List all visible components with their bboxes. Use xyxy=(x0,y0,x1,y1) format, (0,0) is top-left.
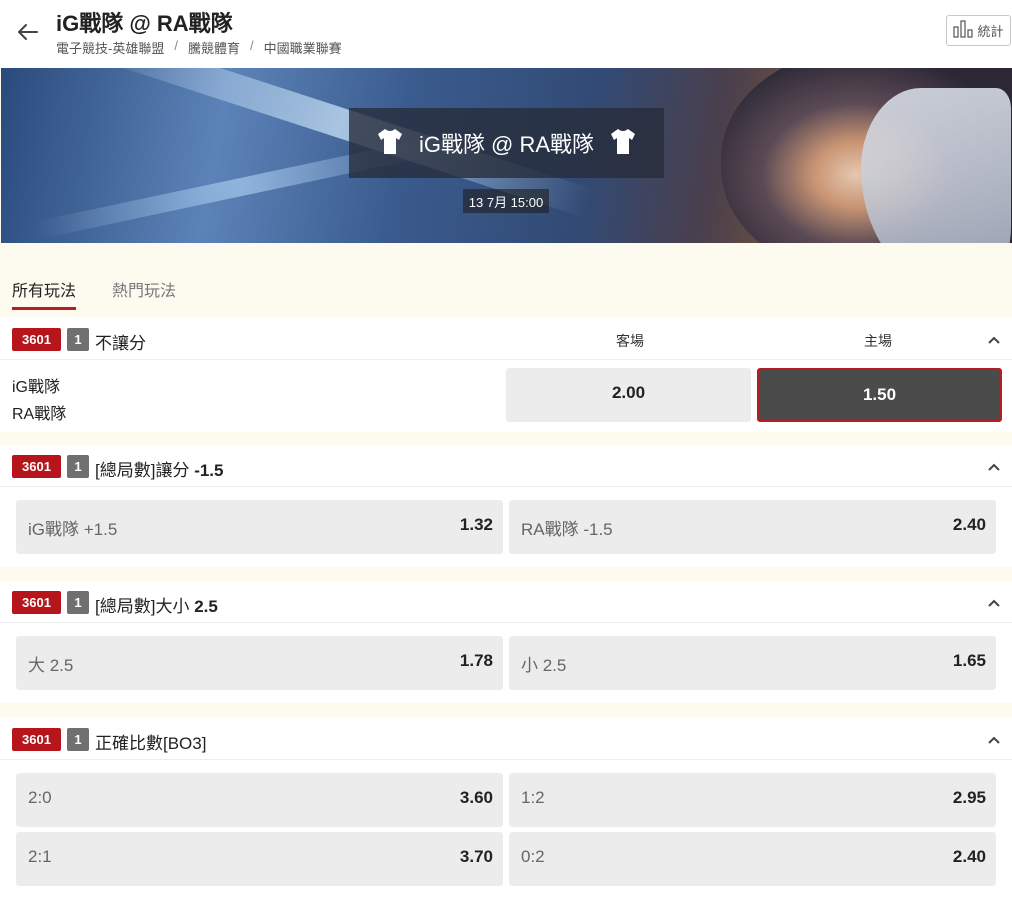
market-code-badge: 3601 xyxy=(12,328,61,351)
market-title: 不讓分 xyxy=(95,334,146,353)
odds-button-away[interactable]: 2.00 xyxy=(506,368,751,422)
odds-label: RA戰隊 -1.5 xyxy=(521,520,613,539)
market-body-correct-score: 2:0 3.60 1:2 2.95 2:1 3.70 0:2 2.40 xyxy=(0,760,1012,897)
stats-button[interactable]: 統計 xyxy=(946,15,1011,46)
tab-popular-markets[interactable]: 熱門玩法 xyxy=(112,277,176,301)
market-header-moneyline[interactable]: 3601 1 不讓分 客場 主場 xyxy=(0,318,1012,360)
section-gap xyxy=(0,567,1012,581)
market-code-badge: 3601 xyxy=(12,591,61,614)
odds-value: 3.70 xyxy=(459,847,493,866)
market-code-badge: 3601 xyxy=(12,455,61,478)
chevron-up-icon[interactable] xyxy=(984,593,1004,613)
market-header-correct-score[interactable]: 3601 1 正確比數[BO3] xyxy=(0,718,1012,760)
market-title: [總局數]大小 2.5 xyxy=(95,592,218,617)
odds-button-handicap-ig[interactable]: iG戰隊 +1.5 1.32 xyxy=(16,500,503,554)
breadcrumb-separator: / xyxy=(174,38,178,53)
odds-label: 2:0 xyxy=(28,788,52,807)
breadcrumb-league[interactable]: 中國職業聯賽 xyxy=(264,38,342,57)
breadcrumb-separator: / xyxy=(249,38,254,53)
odds-value: 2.00 xyxy=(611,383,646,402)
odds-label: 0:2 xyxy=(521,847,545,866)
market-title: 正確比數[BO3] xyxy=(95,734,207,753)
market-title-text: [總局數]大小 xyxy=(95,597,190,616)
odds-button-score-2-1[interactable]: 2:1 3.70 xyxy=(16,832,503,886)
odds-button-over[interactable]: 大 2.5 1.78 xyxy=(16,636,503,690)
bar-chart-icon xyxy=(953,20,974,41)
breadcrumb-provider[interactable]: 騰競體育 xyxy=(188,38,240,57)
match-datetime: 13 7月 15:00 xyxy=(463,189,549,213)
breadcrumb: 電子競技-英雄聯盟 / 騰競體育 / 中國職業聯賽 xyxy=(56,38,342,57)
odds-button-score-2-0[interactable]: 2:0 3.60 xyxy=(16,773,503,827)
market-body-moneyline: iG戰隊 RA戰隊 2.00 1.50 xyxy=(0,360,1012,432)
odds-value: 1.78 xyxy=(459,651,493,670)
market-header-handicap[interactable]: 3601 1 [總局數]讓分 -1.5 xyxy=(0,445,1012,487)
team-name-away: iG戰隊 xyxy=(12,379,61,396)
market-body-totals: 大 2.5 1.78 小 2.5 1.65 xyxy=(0,623,1012,703)
odds-label: iG戰隊 +1.5 xyxy=(28,520,118,539)
market-code-badge: 3601 xyxy=(12,728,61,751)
match-title: iG戰隊 @ RA戰隊 xyxy=(418,132,595,157)
section-gap xyxy=(0,432,1012,445)
team-name-home: RA戰隊 xyxy=(12,406,67,423)
odds-value: 2.95 xyxy=(952,788,986,807)
odds-label: 大 2.5 xyxy=(28,656,74,675)
odds-label: 1:2 xyxy=(521,788,545,807)
market-count-badge: 1 xyxy=(67,455,89,478)
odds-value: 1.65 xyxy=(952,651,986,670)
market-title-line: -1.5 xyxy=(194,461,224,480)
market-body-handicap: iG戰隊 +1.5 1.32 RA戰隊 -1.5 2.40 xyxy=(0,487,1012,567)
tab-all-markets[interactable]: 所有玩法 xyxy=(12,277,77,310)
stats-label: 統計 xyxy=(977,24,1004,39)
banner-art-hair xyxy=(861,88,1011,243)
odds-value: 1.50 xyxy=(862,385,897,404)
odds-button-under[interactable]: 小 2.5 1.65 xyxy=(509,636,996,690)
page-title: iG戰隊 @ RA戰隊 xyxy=(56,11,233,36)
column-header-home: 主場 xyxy=(864,333,892,349)
section-gap xyxy=(0,703,1012,718)
back-arrow-icon[interactable] xyxy=(14,18,42,46)
odds-value: 3.60 xyxy=(459,788,493,807)
jersey-icon xyxy=(608,126,638,161)
chevron-up-icon[interactable] xyxy=(984,457,1004,477)
market-count-badge: 1 xyxy=(67,328,89,351)
market-title: [總局數]讓分 -1.5 xyxy=(95,456,223,481)
chevron-up-icon[interactable] xyxy=(984,330,1004,350)
odds-button-handicap-ra[interactable]: RA戰隊 -1.5 2.40 xyxy=(509,500,996,554)
odds-label: 小 2.5 xyxy=(521,656,567,675)
column-header-away: 客場 xyxy=(616,333,644,349)
breadcrumb-sport[interactable]: 電子競技-英雄聯盟 xyxy=(56,38,164,57)
odds-value: 1.32 xyxy=(459,515,493,534)
odds-value: 2.40 xyxy=(952,847,986,866)
page-header: iG戰隊 @ RA戰隊 電子競技-英雄聯盟 / 騰競體育 / 中國職業聯賽 統計 xyxy=(0,0,1012,68)
market-header-totals[interactable]: 3601 1 [總局數]大小 2.5 xyxy=(0,581,1012,623)
odds-button-score-1-2[interactable]: 1:2 2.95 xyxy=(509,773,996,827)
market-count-badge: 1 xyxy=(67,591,89,614)
odds-button-score-0-2[interactable]: 0:2 2.40 xyxy=(509,832,996,886)
odds-value: 2.40 xyxy=(952,515,986,534)
odds-button-home[interactable]: 1.50 xyxy=(757,368,1002,422)
chevron-up-icon[interactable] xyxy=(984,730,1004,750)
odds-label: 2:1 xyxy=(28,847,52,866)
jersey-icon xyxy=(375,126,405,161)
market-title-text: [總局數]讓分 xyxy=(95,461,190,480)
market-title-line: 2.5 xyxy=(194,597,218,616)
match-title-box: iG戰隊 @ RA戰隊 xyxy=(349,108,664,178)
market-tabs: 所有玩法 熱門玩法 xyxy=(0,243,1012,315)
market-count-badge: 1 xyxy=(67,728,89,751)
